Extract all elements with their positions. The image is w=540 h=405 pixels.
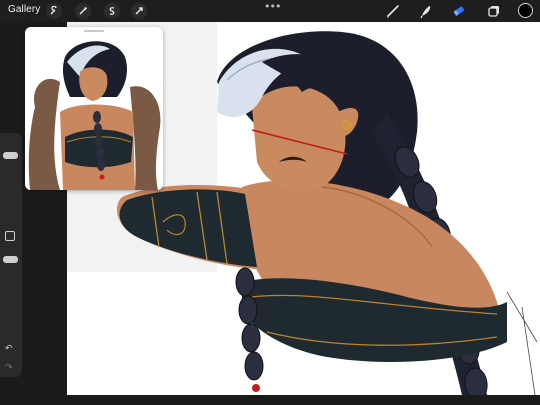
modify-button[interactable] [5,231,15,241]
eraser-icon[interactable] [451,3,467,19]
brush-icon[interactable] [385,3,401,19]
wrench-icon[interactable] [46,3,62,19]
color-picker-swatch[interactable] [518,3,533,18]
reference-window[interactable] [25,27,163,190]
move-icon[interactable] [131,3,147,19]
redo-icon[interactable]: ↷ [5,363,13,373]
layers-icon[interactable] [486,3,502,19]
more-options-icon[interactable]: ••• [264,0,281,13]
magic-wand-icon[interactable] [75,3,91,19]
brush-sidebar: ↶ ↷ [0,133,22,377]
brush-size-slider[interactable] [3,152,18,159]
smudge-icon[interactable] [418,3,434,19]
brush-opacity-slider[interactable] [3,256,18,263]
reference-image [25,35,163,190]
gallery-button[interactable]: Gallery [8,4,40,15]
selection-icon[interactable] [104,3,120,19]
undo-icon[interactable]: ↶ [5,344,13,354]
top-toolbar: Gallery ••• [0,0,540,22]
bottom-bar [0,395,540,405]
reference-grab-handle[interactable] [84,30,104,32]
